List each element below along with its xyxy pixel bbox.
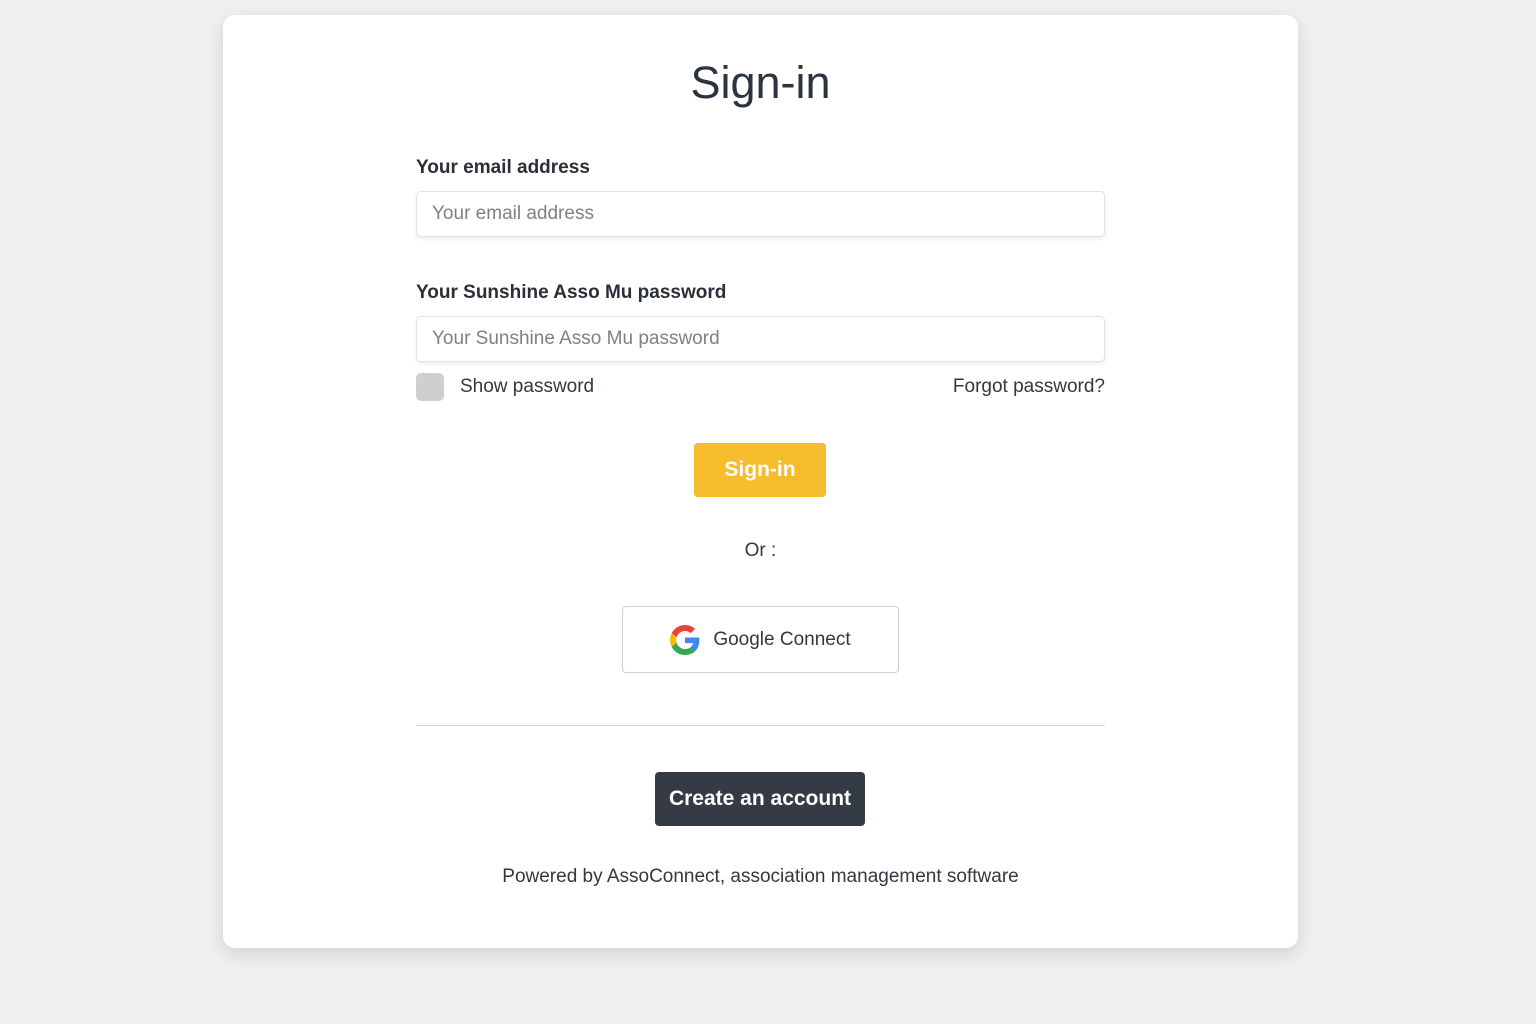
divider [416, 725, 1105, 726]
password-field[interactable] [416, 316, 1105, 362]
email-label: Your email address [416, 157, 590, 178]
google-connect-button[interactable]: Google Connect [622, 606, 899, 673]
google-connect-label: Google Connect [713, 628, 851, 650]
powered-by-footer: Powered by AssoConnect, association mana… [502, 866, 1019, 887]
show-password-label[interactable]: Show password [460, 376, 594, 398]
email-field[interactable] [416, 191, 1105, 237]
password-label: Your Sunshine Asso Mu password [416, 282, 727, 303]
create-account-button[interactable]: Create an account [655, 772, 865, 826]
signin-card: Sign-in Your email address Your Sunshine… [223, 15, 1298, 948]
signin-button[interactable]: Sign-in [694, 443, 826, 497]
forgot-password-link[interactable]: Forgot password? [953, 376, 1105, 398]
page: Sign-in Your email address Your Sunshine… [0, 0, 1536, 1024]
show-password-checkbox[interactable] [416, 373, 444, 401]
page-title: Sign-in [690, 57, 831, 108]
google-icon [670, 624, 700, 655]
or-separator-text: Or : [744, 540, 777, 561]
